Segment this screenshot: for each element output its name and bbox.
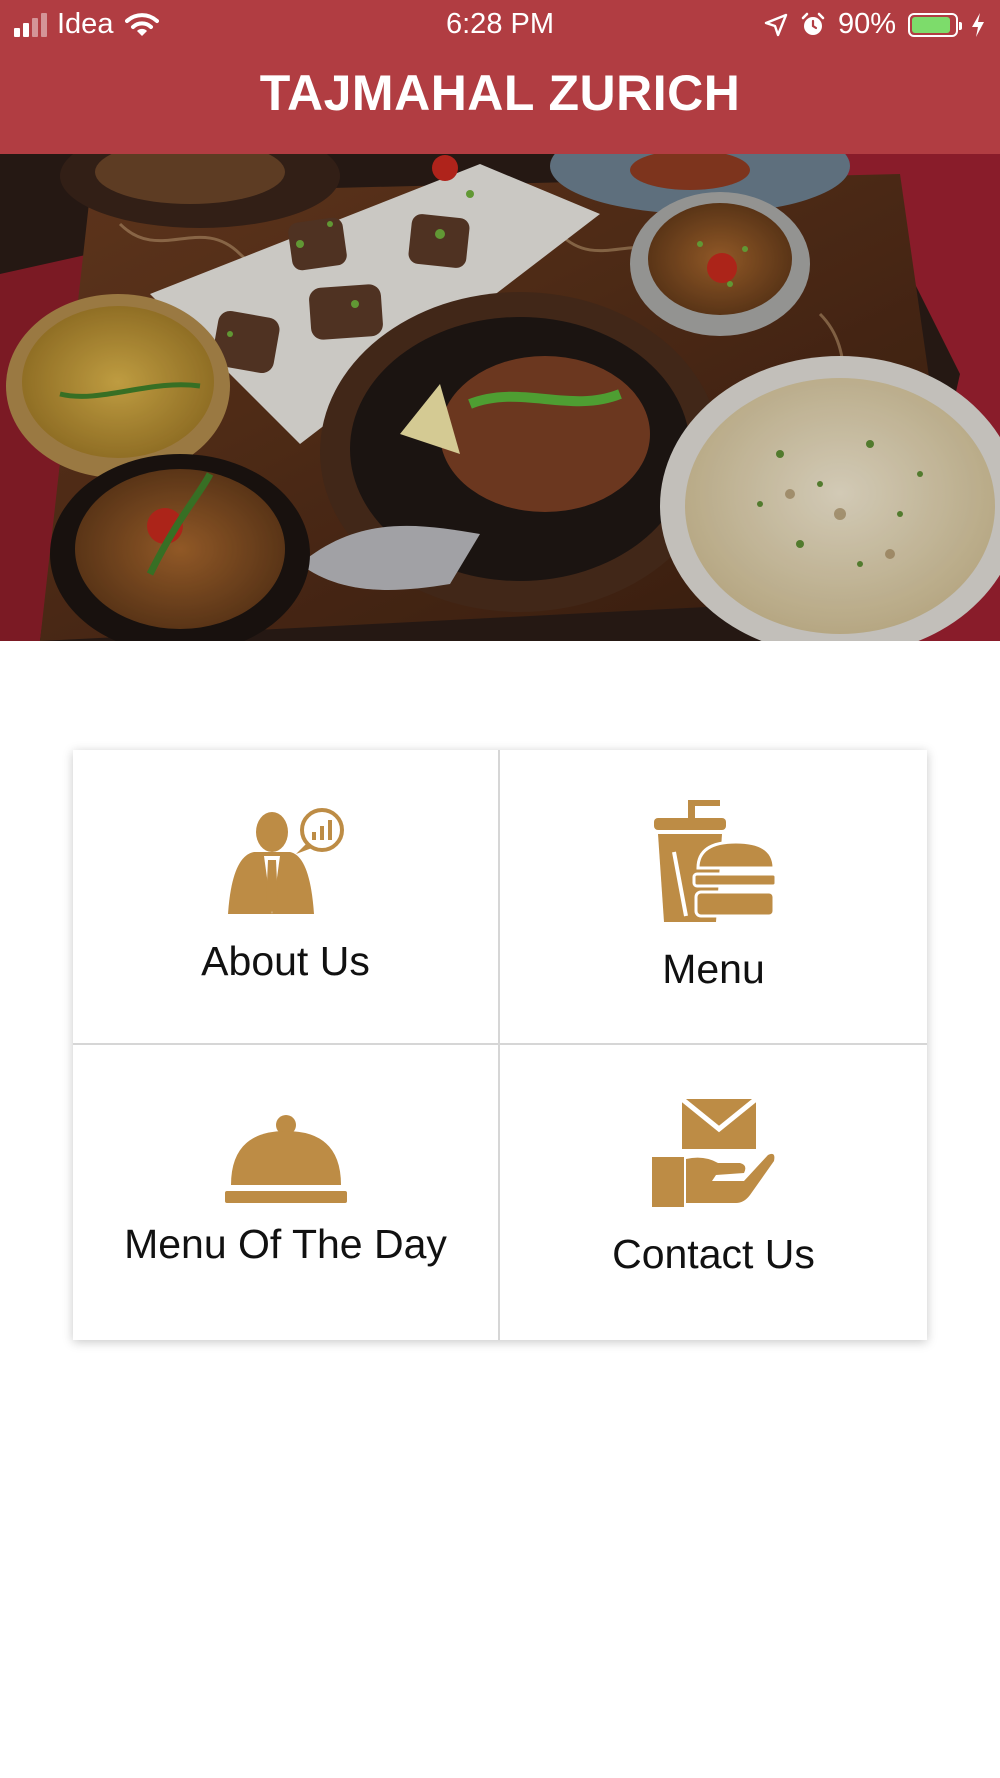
cloche-icon xyxy=(73,1115,498,1203)
drink-burger-icon xyxy=(500,800,927,922)
menu-label: Menu xyxy=(662,946,765,992)
location-icon xyxy=(764,13,788,37)
status-bar: Idea 6:28 PM 90% xyxy=(0,0,1000,50)
charging-icon xyxy=(970,12,986,38)
person-chat-icon xyxy=(73,808,498,914)
app-header: Idea 6:28 PM 90% TAJMAHAL ZURICH xyxy=(0,0,1000,154)
about-us-label: About Us xyxy=(201,938,370,984)
food-platter-photo xyxy=(0,154,1000,641)
menu-grid: About Us Menu Menu Of The Day Contact Us xyxy=(73,750,927,1340)
alarm-icon xyxy=(800,12,826,38)
menu-tile[interactable]: Menu xyxy=(500,750,927,1045)
app-title: TAJMAHAL ZURICH xyxy=(259,65,741,121)
battery-percent: 90% xyxy=(837,8,896,40)
contact-us-tile[interactable]: Contact Us xyxy=(500,1045,927,1340)
menu-of-the-day-label: Menu Of The Day xyxy=(124,1221,447,1267)
hand-envelope-icon xyxy=(500,1099,927,1207)
menu-of-the-day-tile[interactable]: Menu Of The Day xyxy=(73,1045,500,1340)
about-us-tile[interactable]: About Us xyxy=(73,750,500,1045)
contact-us-label: Contact Us xyxy=(612,1231,815,1277)
battery-icon xyxy=(908,12,962,37)
